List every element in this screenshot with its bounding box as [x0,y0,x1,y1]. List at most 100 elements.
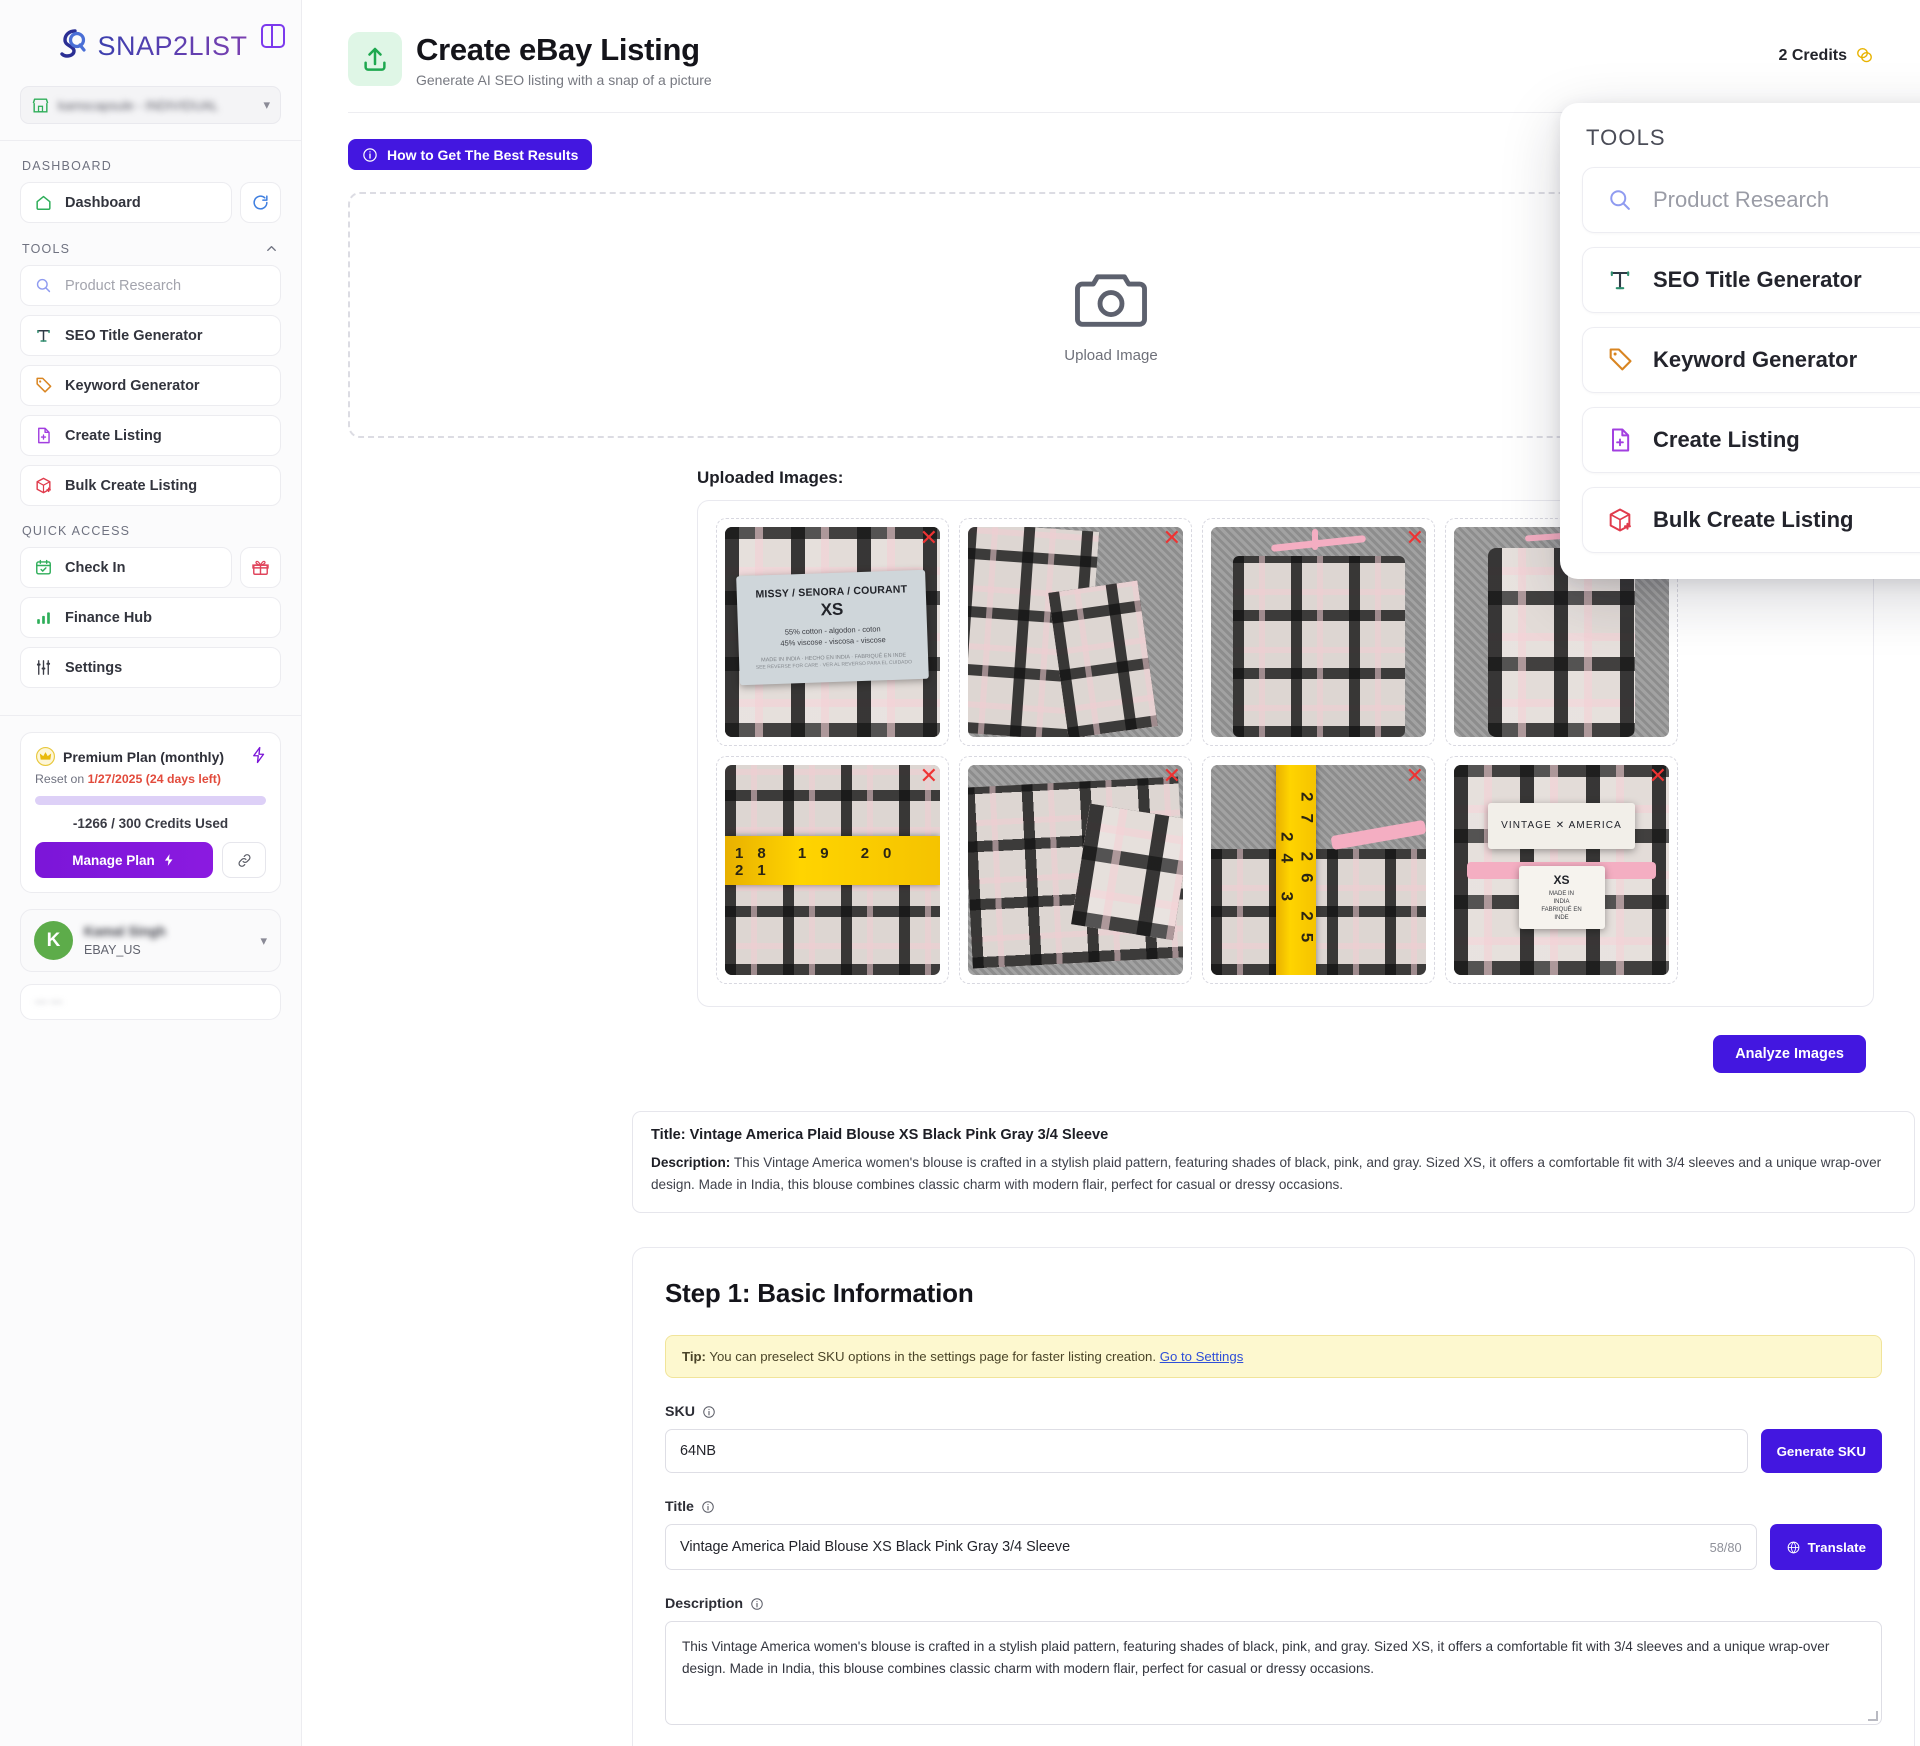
sidebar-item-dashboard[interactable]: Dashboard [20,182,232,223]
sidebar-item-seo-title-generator[interactable]: SEO Title Generator [20,315,281,356]
sidebar-section-quick-access-label: QUICK ACCESS [22,524,131,538]
search-icon [36,278,51,293]
sidebar-item-settings[interactable]: Settings [20,647,281,688]
remove-image-icon[interactable]: ✕ [1163,527,1181,549]
plan-reset: Reset on 1/27/2025 (24 days left) [35,772,266,786]
chevron-down-icon: ▾ [260,932,267,948]
sidebar-item-label: Product Research [65,277,182,294]
chevron-up-icon[interactable] [264,241,279,256]
plan-credits-used: -1266 / 300 Credits Used [72,816,229,831]
sidebar-collapse-icon[interactable] [261,24,285,48]
manage-plan-label: Manage Plan [72,852,155,868]
tools-popup-item-keyword-generator[interactable]: Keyword Generator [1582,327,1920,393]
title-input-wrap[interactable]: Vintage America Plaid Blouse XS Black Pi… [665,1524,1757,1571]
lightning-icon[interactable] [250,746,268,764]
generate-sku-button[interactable]: Generate SKU [1760,1429,1882,1474]
store-name: kamscapsule - INDIVIDUAL [58,97,219,113]
thumbnail-item[interactable]: ✕ [1202,518,1435,746]
credits-indicator[interactable]: 2 Credits [1779,32,1874,65]
sidebar-item-product-research[interactable]: Product Research [20,265,281,306]
description-label: Description [665,1596,744,1613]
tools-popup-item-create-listing[interactable]: Create Listing [1582,407,1920,473]
page-title: Create eBay Listing [416,32,700,67]
tools-popup-item-product-research[interactable]: Product Research [1582,167,1920,233]
credits-label: 2 Credits [1778,46,1847,64]
sidebar-item-bulk-create-listing[interactable]: Bulk Create Listing [20,465,281,506]
remove-image-icon[interactable]: ✕ [920,765,938,787]
thumbnail-item[interactable]: 18 19 20 21 ✕ [716,756,949,984]
step1-heading: Step 1: Basic Information [665,1278,974,1309]
thumbnail-item[interactable]: ✕ [959,756,1192,984]
remove-image-icon[interactable]: ✕ [1163,765,1181,787]
thumbnail-item[interactable]: 27 26 25 24 3 ✕ [1202,756,1435,984]
user-marketplace: EBAY_US [84,943,141,957]
upload-label: Upload Image [1064,346,1158,364]
logo[interactable]: SNAP2LIST [20,18,285,74]
sidebar-item-keyword-generator[interactable]: Keyword Generator [20,365,281,406]
thumbnail-item[interactable]: VINTAGE ✕ AMERICA XS MADE IN INDIA FABRIQU… [1445,756,1678,984]
sku-input[interactable]: 64NB [665,1429,1748,1474]
tools-popup-item-label: Bulk Create Listing [1653,507,1854,532]
avatar: K [34,921,73,960]
box-plus-icon [1605,505,1635,535]
crown-icon [36,747,55,766]
translate-button[interactable]: Translate [1769,1524,1882,1571]
sidebar-item-label: Keyword Generator [65,377,200,394]
logo-text: SNAP2LIST [97,30,248,61]
remove-image-icon[interactable]: ✕ [1406,765,1424,787]
user-profile-card[interactable]: K Kamal Singh EBAY_US ▾ [20,909,281,972]
plan-card: Premium Plan (monthly) Reset on 1/27/202… [20,732,281,893]
go-to-settings-link[interactable]: Go to Settings [1160,1349,1244,1364]
analyze-images-button[interactable]: Analyze Images [1713,1035,1866,1073]
remove-image-icon[interactable]: ✕ [1406,527,1424,549]
manage-plan-button[interactable]: Manage Plan [35,842,213,878]
tools-popup-item-label: Create Listing [1653,427,1800,452]
resize-handle-icon[interactable] [1868,1711,1878,1722]
store-selector[interactable]: kamscapsule - INDIVIDUAL ▾ [20,86,281,124]
tape-numbers: 18 19 20 21 [735,845,906,880]
sku-label: SKU [665,1404,695,1421]
home-icon [36,195,51,210]
step1-card: Step 1: Basic Information Tip: You can p… [632,1247,1915,1746]
tip-bold: Tip: [682,1349,706,1365]
sidebar-gift-button[interactable] [240,547,281,588]
tools-popup-item-bulk-create-listing[interactable]: Bulk Create Listing [1582,487,1920,553]
preview-description-line: Description: This Vintage America women'… [651,1152,1896,1196]
thumbnail-item[interactable]: ✕ [959,518,1192,746]
info-circle-icon[interactable] [750,1597,764,1611]
sidebar-item-check-in[interactable]: Check In [20,547,232,588]
sidebar-item-finance-hub[interactable]: Finance Hub [20,597,281,638]
gift-icon [252,560,269,575]
text-t-icon [1605,265,1635,295]
remove-image-icon[interactable]: ✕ [1649,765,1667,787]
tools-popup: TOOLS Product Research SEO Title Generat… [1560,103,1920,579]
preview-desc-prefix: Description: [651,1155,731,1170]
sidebar-partial-card: — — [20,984,281,1020]
chevron-down-icon: ▾ [263,97,270,112]
sidebar-item-create-listing[interactable]: Create Listing [20,415,281,456]
tools-popup-item-seo-title-generator[interactable]: SEO Title Generator [1582,247,1920,313]
how-to-get-best-results-button[interactable]: How to Get The Best Results [348,139,593,170]
title-input: Vintage America Plaid Blouse XS Black Pi… [680,1539,1071,1556]
thumbnail-item[interactable]: MISSY / SENORA / COURANT XS 55% cotton -… [716,518,949,746]
refresh-icon [253,195,268,210]
plan-link-button[interactable] [222,842,266,878]
sidebar-item-label: Create Listing [65,427,162,444]
preview-title-prefix: Title: [651,1127,686,1143]
info-circle-icon[interactable] [701,1500,715,1514]
coins-icon [1857,48,1872,63]
description-textarea[interactable]: This Vintage America women's blouse is c… [665,1621,1882,1726]
info-circle-icon[interactable] [702,1405,716,1419]
sidebar-item-label: SEO Title Generator [65,327,203,344]
main-content: Create eBay Listing Generate AI SEO list… [302,0,1920,1746]
tools-popup-title: TOOLS [1586,125,1666,150]
lightning-icon [164,854,173,866]
plan-reset-value: 1/27/2025 (24 days left) [87,772,221,786]
sidebar-item-label: Dashboard [65,194,141,211]
box-plus-icon [36,477,51,494]
sidebar-refresh-button[interactable] [240,182,281,223]
how-to-label: How to Get The Best Results [387,146,579,163]
info-icon [363,147,377,162]
remove-image-icon[interactable]: ✕ [920,527,938,549]
description-field-group: Description This Vintage America women's… [665,1596,1882,1726]
